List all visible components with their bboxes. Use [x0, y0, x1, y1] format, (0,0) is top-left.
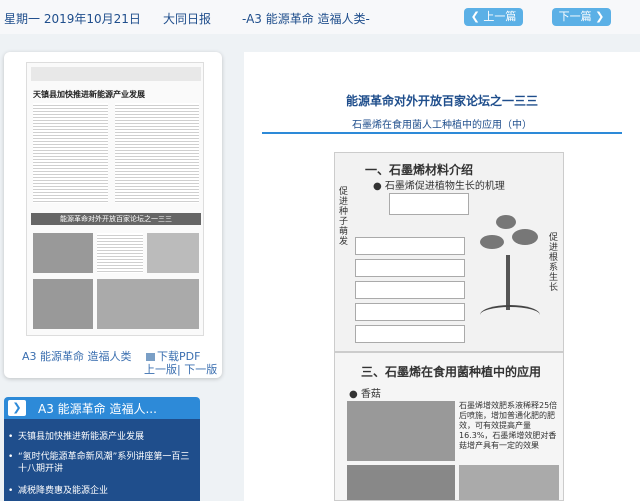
- thumbnail-headline[interactable]: 天镇县加快推进新能源产业发展: [33, 89, 145, 100]
- figure-1-text-box: [355, 303, 465, 321]
- figure-1-text-box: [355, 237, 465, 255]
- figure-1-text-box: [355, 325, 465, 343]
- page-flip-links: 上一版| 下一版: [144, 363, 218, 376]
- mushroom-photo: [459, 465, 559, 500]
- thumbnail-image: [33, 233, 93, 273]
- figure-1-text-box: [355, 259, 465, 277]
- figure-2-title: 三、石墨烯在食用菌种植中的应用: [361, 365, 542, 379]
- next-article-button[interactable]: 下一篇 ❯: [552, 8, 611, 26]
- figure-1-right-caption: 促进根系生长: [549, 233, 559, 293]
- thumbnail-image: [33, 279, 93, 329]
- article-title: 能源革命对外开放百家论坛之一三三: [345, 94, 538, 108]
- plant-illustration: [470, 215, 550, 325]
- figure-1-text-box: [355, 281, 465, 299]
- thumbnail-text-block: [97, 233, 143, 273]
- thumbnail-image: [147, 233, 199, 273]
- chevron-right-icon: ❯: [8, 400, 26, 416]
- article-subtitle: 石墨烯在食用菌人工种植中的应用（中）: [352, 120, 532, 131]
- article-list-item[interactable]: “氢时代能源革命新风潮”系列讲座第一百三十八期开讲: [8, 451, 198, 475]
- top-bar: 星期一 2019年10月21日 大同日报 -A3 能源革命 造福人类- ❮ 上一…: [0, 0, 640, 34]
- figure-1-left-caption: 促进种子萌发: [339, 187, 349, 247]
- thumbnail-caption[interactable]: A3 能源革命 造福人类: [22, 348, 132, 364]
- figure-2-subtitle: ● 香菇: [349, 389, 381, 400]
- article-list: 天镇县加快推进新能源产业发展 “氢时代能源革命新风潮”系列讲座第一百三十八期开讲…: [4, 419, 200, 501]
- chevron-right-icon: ❯: [595, 10, 605, 23]
- issue-date: 星期一 2019年10月21日: [4, 12, 141, 26]
- thumbnail-text-block: [33, 103, 108, 203]
- figure-1-title: 一、石墨烯材料介绍: [365, 163, 474, 177]
- mushroom-photo: [347, 401, 455, 461]
- page-thumbnail-card: 天镇县加快推进新能源产业发展 能源革命对外开放百家论坛之一三三 A3 能源革命 …: [4, 52, 222, 378]
- figure-1-subtitle: ● 石墨烯促进植物生长的机理: [373, 181, 505, 192]
- figure-1-text-box: [389, 193, 469, 215]
- article-figure-2: 三、石墨烯在食用菌种植中的应用 ● 香菇 石墨烯增效肥系液稀释25倍后喷施，增加…: [334, 352, 564, 501]
- newspaper-name: 大同日报: [163, 12, 212, 26]
- thumbnail-image: [97, 279, 199, 329]
- article-panel: 能源革命对外开放百家论坛之一三三 石墨烯在食用菌人工种植中的应用（中） 一、石墨…: [244, 52, 640, 501]
- article-list-item[interactable]: 天镇县加快推进新能源产业发展: [8, 431, 198, 443]
- thumbnail-masthead: [31, 67, 201, 81]
- title-divider: [262, 132, 622, 134]
- section-menu-title: A3 能源革命 造福人...: [38, 402, 157, 416]
- mushroom-photo: [347, 465, 455, 500]
- prev-page-link[interactable]: 上一版: [144, 363, 177, 376]
- figure-2-text: 石墨烯增效肥系液稀释25倍后喷施，增加普通化肥的肥效，可有效提高产量16.3%，…: [459, 401, 558, 450]
- article-figure-1: 一、石墨烯材料介绍 ● 石墨烯促进植物生长的机理 促进种子萌发 促进根系生长: [334, 152, 564, 352]
- article-list-item[interactable]: 减税降费惠及能源企业: [8, 485, 198, 497]
- thumbnail-page[interactable]: 天镇县加快推进新能源产业发展 能源革命对外开放百家论坛之一三三: [26, 62, 204, 336]
- thumbnail-band[interactable]: 能源革命对外开放百家论坛之一三三: [31, 213, 201, 225]
- page-thumbnail[interactable]: 天镇县加快推进新能源产业发展 能源革命对外开放百家论坛之一三三: [26, 62, 204, 380]
- next-page-link[interactable]: 下一版: [184, 363, 217, 376]
- prev-article-button[interactable]: ❮ 上一篇: [464, 8, 523, 26]
- edition-title: -A3 能源革命 造福人类-: [242, 12, 370, 26]
- pdf-icon: [146, 353, 155, 361]
- chevron-left-icon: ❮: [470, 10, 480, 23]
- section-menu-header[interactable]: ❯ A3 能源革命 造福人...: [4, 397, 200, 419]
- thumbnail-text-block: [115, 103, 199, 203]
